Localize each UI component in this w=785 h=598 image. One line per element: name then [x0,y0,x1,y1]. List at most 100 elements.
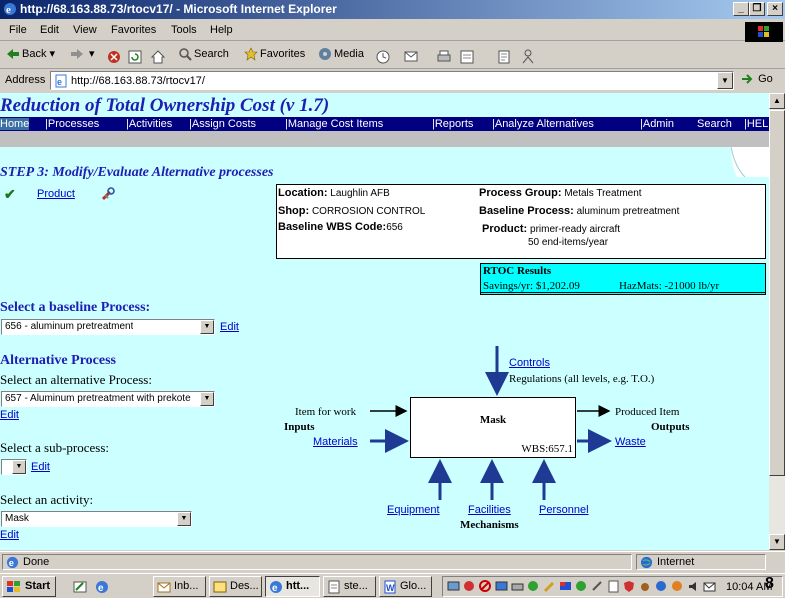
windows-logo-icon [745,22,783,42]
scroll-up-icon[interactable]: ▲ [769,93,785,109]
controls-link[interactable]: Controls [509,357,550,369]
task-glossary[interactable]: W Glo... [379,576,432,597]
svg-text:W: W [386,583,395,593]
page-done-icon: e [6,556,19,568]
back-arrow-icon [7,49,19,60]
explorer-icon [213,581,227,593]
svg-text:e: e [6,4,11,16]
search-label: Search [194,47,229,60]
task-label: Glo... [400,580,427,592]
discuss-icon[interactable] [496,47,512,65]
task-browser[interactable]: e htt... [265,576,320,597]
home-icon[interactable] [150,47,166,65]
menu-bar: File Edit View Favorites Tools Help [0,21,785,41]
tray-flower-icon[interactable] [671,580,684,593]
system-tray: 10:04 AM 8 [442,575,783,597]
personnel-link[interactable]: Personnel [539,504,589,516]
favorites-button[interactable]: Favorites [244,47,305,65]
input-item-label: Item for work [295,406,357,418]
task-inbox[interactable]: Inb... [153,576,206,597]
address-dropdown-icon[interactable]: ▼ [717,72,733,89]
tray-clipboard-icon[interactable] [607,580,620,593]
svg-text:e: e [272,583,278,594]
equipment-link[interactable]: Equipment [387,504,440,516]
scroll-down-icon[interactable]: ▼ [769,534,785,550]
facilities-link[interactable]: Facilities [468,504,511,516]
page-icon: e [55,74,67,88]
globe-icon [640,556,653,569]
tray-mail-icon[interactable] [703,580,716,593]
taskbar: Start e Inb... Des... e htt... ste... W … [0,573,785,598]
document-icon [328,580,340,594]
address-bar: Address e http://68.163.88.73/rtocv17/ ▼… [0,70,785,92]
forward-button[interactable]: ▾ [70,47,95,65]
tray-monitor-icon[interactable] [495,580,508,593]
tray-paw-icon[interactable] [639,580,652,593]
media-button[interactable]: Media [318,47,364,65]
tray-messenger-icon[interactable] [575,580,588,593]
tray-update-icon[interactable] [527,580,540,593]
messenger-icon[interactable] [520,47,536,65]
print-icon[interactable] [436,47,452,65]
scroll-thumb[interactable] [769,110,785,476]
outputs-label: Outputs [651,421,690,433]
tray-block-icon[interactable] [479,580,492,593]
restore-button[interactable]: ❐ [749,2,765,16]
status-panel: e Done [2,554,632,570]
start-label: Start [25,580,51,592]
window-titlebar[interactable]: e http://68.163.88.73/rtocv17/ - Microso… [0,0,785,19]
materials-link[interactable]: Materials [313,436,358,448]
menu-file[interactable]: File [9,24,27,36]
status-bar: e Done Internet [0,551,785,571]
mechanisms-label: Mechanisms [460,519,519,531]
edit-page-icon[interactable] [459,47,475,65]
close-button[interactable]: × [767,2,783,16]
menu-favorites[interactable]: Favorites [111,24,156,36]
menu-view[interactable]: View [73,24,97,36]
go-label: Go [758,73,773,85]
output-item-label: Produced Item [615,406,680,418]
menu-edit[interactable]: Edit [40,24,59,36]
tray-globe-icon[interactable] [655,580,668,593]
refresh-icon[interactable] [127,47,143,65]
svg-text:e: e [98,583,104,594]
menu-tools[interactable]: Tools [171,24,197,36]
activity-box-title: Mask [479,414,507,426]
favorites-star-icon [244,47,258,61]
media-label: Media [334,47,364,60]
address-input[interactable]: e http://68.163.88.73/rtocv17/ ▼ [50,71,734,90]
tray-shield-icon[interactable] [623,580,636,593]
task-desktop[interactable]: Des... [209,576,262,597]
svg-text:e: e [57,77,62,87]
vertical-scrollbar[interactable]: ▲ ▼ [769,93,785,550]
quicklaunch-ie-icon[interactable]: e [94,579,110,595]
forward-arrow-icon [71,49,83,60]
tray-speaker-icon[interactable] [687,580,700,593]
mail-icon[interactable] [403,47,419,65]
quicklaunch-desktop-icon[interactable] [72,579,88,595]
menu-help[interactable]: Help [210,24,233,36]
task-label: ste... [344,580,368,592]
task-step[interactable]: ste... [323,576,376,597]
start-button[interactable]: Start [2,576,56,597]
inputs-label: Inputs [284,421,315,433]
address-label: Address [5,74,46,86]
tray-flag-icon[interactable] [559,580,572,593]
toolbar: Back ▾ ▾ Search Favorites Media [0,43,785,69]
media-icon [319,48,331,60]
minimize-button[interactable]: _ [733,2,749,16]
ie-logo-icon: e [4,3,16,16]
tray-antivirus-icon[interactable] [463,580,476,593]
waste-link[interactable]: Waste [615,436,646,448]
tray-network-icon[interactable] [447,580,460,593]
stop-icon[interactable] [106,47,122,65]
tray-drive-icon[interactable] [511,580,524,593]
process-diagram-arrows [370,346,612,500]
search-button[interactable]: Search [178,47,229,65]
tray-pencil-icon[interactable] [543,580,556,593]
back-button[interactable]: Back ▾ [6,47,55,65]
history-icon[interactable] [375,47,391,65]
tray-tool-icon[interactable] [591,580,604,593]
svg-text:e: e [9,558,14,568]
go-button[interactable]: Go [741,73,773,85]
